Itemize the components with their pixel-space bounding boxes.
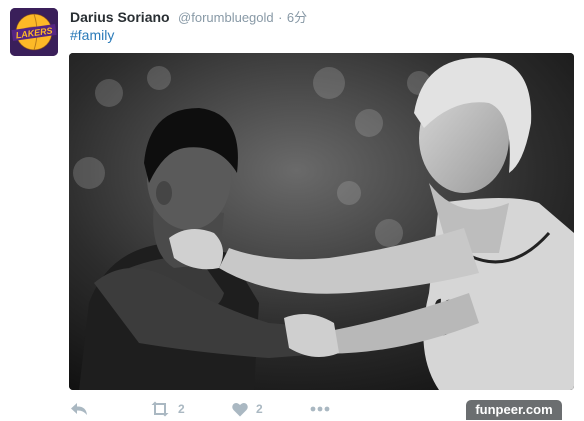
watermark-label: funpeer.com [466, 400, 562, 420]
timestamp[interactable]: 6分 [287, 10, 307, 25]
more-button[interactable] [310, 398, 330, 420]
hashtag-link[interactable]: #family [70, 26, 114, 44]
retweet-button[interactable]: 2 [150, 398, 185, 420]
separator-dot: · [278, 10, 283, 25]
reply-icon [71, 403, 87, 415]
retweet-count: 2 [178, 402, 185, 416]
basketball-photo: CS [69, 53, 574, 390]
tweet: LAKERS Darius Soriano @forumbluegold · 6… [0, 0, 584, 421]
tweet-header: Darius Soriano @forumbluegold · 6分 [70, 8, 307, 26]
like-count: 2 [256, 402, 263, 416]
more-icon [310, 406, 330, 412]
lakers-logo-icon: LAKERS [10, 8, 58, 56]
like-button[interactable]: 2 [232, 398, 263, 420]
avatar[interactable]: LAKERS [10, 8, 58, 56]
author-handle[interactable]: @forumbluegold [178, 10, 274, 25]
reply-button[interactable] [70, 398, 88, 420]
retweet-icon [151, 401, 169, 417]
tweet-photo[interactable]: CS [69, 53, 574, 390]
author-name[interactable]: Darius Soriano [70, 9, 170, 25]
heart-icon [232, 402, 248, 416]
